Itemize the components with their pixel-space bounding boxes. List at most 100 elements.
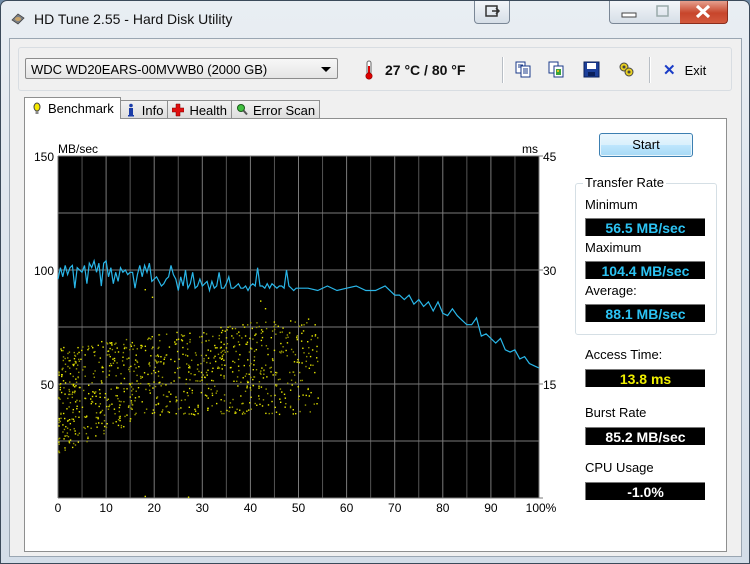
access-time-point — [67, 397, 69, 400]
access-time-point — [205, 340, 207, 342]
tab-benchmark[interactable]: Benchmark — [24, 97, 121, 119]
access-time-point — [62, 359, 65, 362]
access-time-point — [130, 407, 132, 409]
access-time-point — [226, 343, 229, 345]
minimize-icon — [621, 12, 637, 18]
title-bar[interactable]: HD Tune 2.55 - Hard Disk Utility — [1, 1, 749, 37]
tab-error-scan[interactable]: Error Scan — [231, 100, 321, 119]
access-time-point — [68, 351, 71, 353]
tab-health[interactable]: Health — [167, 100, 233, 119]
access-time-point — [63, 387, 65, 389]
access-time-point — [116, 362, 118, 364]
access-time-point — [211, 370, 213, 373]
access-time-point — [220, 346, 222, 349]
access-time-point — [152, 409, 155, 411]
access-time-point — [249, 387, 252, 389]
access-time-point — [241, 413, 244, 415]
options-icon[interactable] — [618, 61, 635, 78]
access-time-point — [76, 399, 78, 402]
exit-x-icon: ✕ — [663, 62, 676, 79]
access-time-point — [160, 356, 162, 358]
access-time-point — [241, 402, 243, 405]
access-time-point — [232, 360, 234, 363]
access-time-point — [241, 337, 243, 339]
burst-rate-value: 85.2 MB/sec — [585, 427, 705, 445]
copy-text-icon[interactable] — [515, 61, 532, 78]
access-time-point — [78, 358, 80, 361]
access-time-point — [123, 390, 125, 393]
access-time-point — [250, 408, 252, 410]
tab-info[interactable]: Info — [119, 100, 169, 119]
close-button[interactable] — [680, 1, 728, 24]
access-time-point — [269, 367, 271, 369]
access-time-point — [247, 381, 250, 383]
access-time-point — [170, 382, 172, 384]
access-time-point — [212, 380, 215, 382]
access-time-point — [262, 399, 265, 401]
access-time-point — [302, 394, 304, 396]
access-time-point — [216, 347, 218, 349]
access-time-point — [119, 404, 121, 406]
access-time-point — [279, 331, 282, 334]
access-time-point — [248, 373, 250, 375]
copy-screenshot-icon[interactable] — [548, 61, 565, 78]
access-time-point — [155, 360, 157, 362]
access-time-point — [109, 362, 112, 365]
access-time-point — [207, 349, 209, 351]
access-time-point — [81, 406, 84, 408]
access-time-point — [158, 382, 160, 384]
access-time-point — [231, 371, 234, 373]
access-time-point — [253, 350, 256, 352]
access-time-point — [305, 360, 308, 363]
access-time-point — [264, 308, 267, 310]
start-button[interactable]: Start — [599, 133, 693, 157]
y-axis-unit-label: MB/sec — [58, 142, 98, 156]
access-time-point — [154, 385, 157, 388]
access-time-point — [58, 417, 60, 420]
access-time-point — [128, 357, 130, 359]
access-time-point — [180, 334, 183, 336]
access-time-point — [211, 394, 214, 397]
access-time-point — [123, 347, 126, 350]
tab-label: Info — [141, 102, 164, 118]
access-time-point — [63, 346, 65, 349]
access-time-point — [221, 412, 223, 415]
access-time-point — [77, 434, 79, 436]
access-time-point — [121, 360, 124, 362]
save-icon[interactable] — [583, 61, 600, 78]
access-time-point — [270, 371, 272, 373]
access-time-point — [308, 346, 310, 349]
minimize-button[interactable] — [609, 1, 648, 24]
access-time-point — [148, 383, 150, 385]
maximize-button[interactable] — [646, 1, 681, 24]
access-time-point — [300, 340, 303, 342]
access-time-point — [64, 449, 66, 451]
access-time-point — [183, 413, 185, 415]
access-time-point — [250, 322, 252, 324]
access-time-point — [221, 329, 224, 332]
restore-layout-button[interactable] — [474, 1, 510, 24]
drive-select[interactable]: WDC WD20EARS-00MVWB0 (2000 GB) — [25, 58, 338, 79]
access-time-point — [63, 417, 66, 420]
access-time-point — [271, 330, 274, 332]
access-time-point — [285, 402, 287, 405]
benchmark-icon — [33, 102, 41, 114]
access-time-point — [310, 364, 312, 366]
access-time-point — [67, 357, 69, 359]
access-time-point — [286, 342, 289, 344]
access-time-point — [104, 396, 106, 399]
access-time-point — [177, 338, 180, 340]
access-time-point — [279, 378, 281, 380]
access-time-point — [151, 296, 154, 298]
exit-button[interactable]: ✕ Exit — [663, 61, 706, 79]
access-time-point — [290, 348, 293, 351]
access-time-point — [188, 413, 190, 415]
access-time-point — [260, 370, 262, 372]
access-time-point — [175, 339, 178, 341]
access-time-point — [216, 390, 218, 392]
access-time-point — [96, 426, 98, 428]
access-time-point — [69, 359, 71, 362]
access-time-point — [261, 344, 263, 347]
access-time-point — [154, 371, 157, 374]
access-time-point — [103, 425, 106, 428]
